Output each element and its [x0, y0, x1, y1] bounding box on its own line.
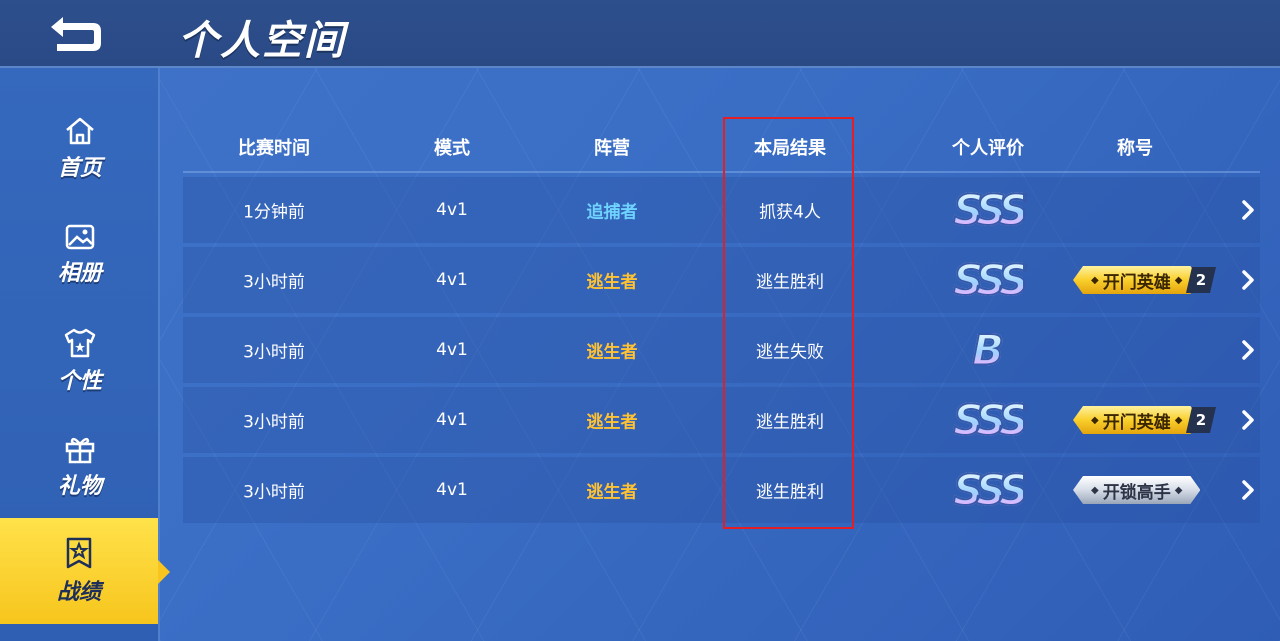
- cell-time: 3小时前: [243, 342, 305, 363]
- chevron-right-icon[interactable]: [1240, 199, 1256, 221]
- sidebar-item-album[interactable]: 相册: [0, 202, 160, 308]
- header-result: 本局结果: [754, 138, 826, 159]
- image-icon: [65, 224, 95, 250]
- chevron-right-icon[interactable]: [1240, 269, 1256, 291]
- badge-dot-icon: ◆: [1091, 484, 1099, 496]
- table-row[interactable]: 3小时前 4v1 逃生者 逃生胜利 SSS ◆ 开门英雄 ◆ 2: [183, 247, 1260, 313]
- sidebar-item-label: 个性: [57, 369, 102, 394]
- header-camp: 阵营: [594, 138, 630, 159]
- header-rating: 个人评价: [952, 138, 1024, 159]
- tshirt-icon: [64, 328, 96, 358]
- sidebar-item-home[interactable]: 首页: [0, 96, 160, 202]
- table-header: 比赛时间 模式 阵营 本局结果 个人评价 称号: [183, 120, 1260, 173]
- chevron-right-icon[interactable]: [1240, 339, 1256, 361]
- rating-grade: SSS: [952, 395, 1030, 446]
- table-row[interactable]: 3小时前 4v1 逃生者 逃生胜利 SSS ◆ 开锁高手 ◆: [183, 457, 1260, 523]
- rating-grade: SSS: [952, 185, 1030, 236]
- cell-mode: 4v1: [436, 340, 468, 360]
- table-row[interactable]: 3小时前 4v1 逃生者 逃生失败 B: [183, 317, 1260, 383]
- title-badge: ◆ 开门英雄 ◆: [1073, 406, 1200, 434]
- badge-dot-icon: ◆: [1174, 274, 1183, 286]
- cell-camp: 逃生者: [586, 412, 638, 433]
- table-row[interactable]: 3小时前 4v1 逃生者 逃生胜利 SSS ◆ 开门英雄 ◆ 2: [183, 387, 1260, 453]
- header-time: 比赛时间: [238, 138, 310, 159]
- sidebar-item-personality[interactable]: 个性: [0, 308, 160, 414]
- badge-dot-icon: ◆: [1174, 484, 1183, 496]
- sidebar-item-label: 相册: [57, 261, 102, 286]
- rating-grade: B: [971, 325, 1005, 376]
- table-row[interactable]: 1分钟前 4v1 追捕者 抓获4人 SSS: [183, 177, 1260, 243]
- cell-time: 3小时前: [243, 272, 305, 293]
- cell-camp: 逃生者: [586, 342, 638, 363]
- cell-camp: 追捕者: [586, 202, 638, 223]
- cell-result: 逃生失败: [756, 342, 824, 363]
- top-bar: 个人空间: [0, 0, 1280, 68]
- cell-camp: 逃生者: [586, 272, 638, 293]
- header-mode: 模式: [434, 138, 470, 159]
- home-icon: [66, 117, 94, 145]
- cell-mode: 4v1: [436, 410, 468, 430]
- cell-result: 逃生胜利: [756, 412, 824, 433]
- title-badge: ◆ 开门英雄 ◆: [1073, 266, 1200, 294]
- sidebar-item-label: 礼物: [57, 474, 102, 499]
- sidebar-item-label: 首页: [57, 156, 102, 181]
- cell-time: 1分钟前: [243, 202, 305, 223]
- sidebar-item-label: 战绩: [56, 580, 101, 605]
- title-badge-label: 开锁高手: [1102, 482, 1171, 503]
- cell-result: 逃生胜利: [756, 272, 824, 293]
- header-title: 称号: [1117, 138, 1153, 159]
- page-title: 个人空间: [178, 18, 346, 64]
- rating-grade: SSS: [952, 255, 1030, 306]
- chevron-right-icon[interactable]: [1240, 409, 1256, 431]
- cell-result: 抓获4人: [759, 202, 821, 223]
- back-arrow-icon: [51, 17, 101, 51]
- medal-star-icon: [66, 537, 92, 569]
- badge-dot-icon: ◆: [1174, 414, 1183, 426]
- title-badge-label: 开门英雄: [1102, 272, 1171, 293]
- cell-result: 逃生胜利: [756, 482, 824, 503]
- gift-icon: [65, 437, 95, 464]
- sidebar-item-record[interactable]: 战绩: [0, 518, 158, 624]
- sidebar-item-gift[interactable]: 礼物: [0, 414, 160, 520]
- badge-dot-icon: ◆: [1091, 274, 1099, 286]
- sidebar: 首页 相册 个性 礼物 战绩: [0, 68, 160, 641]
- active-indicator-arrow: [158, 560, 170, 584]
- cell-time: 3小时前: [243, 412, 305, 433]
- cell-mode: 4v1: [436, 480, 468, 500]
- rating-grade: SSS: [952, 465, 1030, 516]
- chevron-right-icon[interactable]: [1240, 479, 1256, 501]
- badge-dot-icon: ◆: [1091, 414, 1099, 426]
- cell-mode: 4v1: [436, 200, 468, 220]
- title-badge: ◆ 开锁高手 ◆: [1073, 476, 1200, 504]
- back-button[interactable]: [40, 10, 110, 58]
- cell-mode: 4v1: [436, 270, 468, 290]
- cell-time: 3小时前: [243, 482, 305, 503]
- cell-camp: 逃生者: [586, 482, 638, 503]
- title-badge-label: 开门英雄: [1102, 412, 1171, 433]
